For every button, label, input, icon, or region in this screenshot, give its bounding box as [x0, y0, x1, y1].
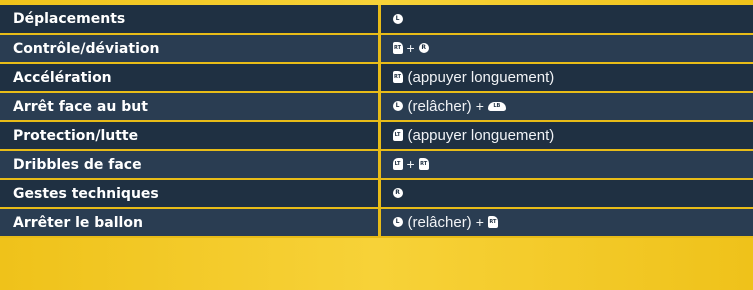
button-glyph: RT — [489, 219, 497, 226]
button-glyph: RT — [393, 74, 402, 81]
input-note: (appuyer longuement) — [407, 69, 555, 86]
button-glyph: LT — [394, 132, 401, 139]
control-row: Accélération RT (appuyer longuement) — [0, 63, 753, 93]
control-row: Déplacements L — [0, 5, 753, 35]
button-glyph: RT — [393, 45, 402, 52]
control-row: Protection/lutte LT (appuyer longuement) — [0, 121, 753, 151]
lb-bumper-icon: LB — [487, 101, 506, 111]
action-label: Contrôle/déviation — [0, 34, 379, 64]
lt-trigger-icon: LT — [392, 158, 403, 171]
input-combo: R — [377, 179, 753, 209]
rt-trigger-icon: RT — [392, 71, 403, 84]
action-label: Dribbles de face — [0, 150, 379, 180]
plus-separator: + — [406, 156, 415, 172]
controls-table: Déplacements L Contrôle/déviation RT + R Accél… — [0, 5, 753, 238]
input-combo: L — [377, 5, 753, 35]
action-label: Déplacements — [0, 5, 379, 35]
ls-stick-icon: L — [392, 217, 403, 228]
input-combo: LT (appuyer longuement) — [377, 121, 753, 151]
controls-table-body: Déplacements L Contrôle/déviation RT + R Accél… — [0, 5, 753, 238]
action-label: Gestes techniques — [0, 179, 379, 209]
input-note: (appuyer longuement) — [407, 127, 555, 144]
input-note: (relâcher) — [407, 98, 472, 115]
button-glyph: R — [395, 189, 400, 197]
input-combo: L (relâcher) + LB — [377, 92, 753, 122]
rt-trigger-icon: RT — [487, 216, 498, 229]
rs-stick-icon: R — [392, 188, 403, 199]
input-combo: LT + RT — [377, 150, 753, 180]
button-glyph: R — [421, 44, 426, 52]
button-glyph: L — [395, 102, 400, 110]
control-row: Arrêter le ballon L (relâcher) + RT — [0, 208, 753, 238]
input-combo: RT (appuyer longuement) — [377, 63, 753, 93]
button-glyph: LB — [493, 103, 501, 110]
plus-separator: + — [475, 98, 484, 114]
button-glyph: LT — [394, 161, 401, 168]
control-row: Contrôle/déviation RT + R — [0, 34, 753, 64]
button-glyph: L — [395, 14, 400, 22]
ls-stick-icon: L — [392, 13, 403, 24]
rt-trigger-icon: RT — [392, 42, 403, 55]
button-glyph: L — [395, 218, 400, 226]
input-combo: L (relâcher) + RT — [377, 208, 753, 238]
control-row: Arrêt face au but L (relâcher) + LB — [0, 92, 753, 122]
action-label: Arrêt face au but — [0, 92, 379, 122]
action-label: Accélération — [0, 63, 379, 93]
button-glyph: RT — [420, 161, 428, 168]
input-combo: RT + R — [377, 34, 753, 64]
rt-trigger-icon: RT — [418, 158, 429, 171]
lt-trigger-icon: LT — [392, 129, 403, 142]
rs-stick-icon: R — [418, 43, 429, 54]
action-label: Protection/lutte — [0, 121, 379, 151]
action-label: Arrêter le ballon — [0, 208, 379, 238]
plus-separator: + — [406, 40, 415, 56]
ls-stick-icon: L — [392, 101, 403, 112]
plus-separator: + — [475, 214, 484, 230]
control-row: Gestes techniques R — [0, 179, 753, 209]
control-row: Dribbles de face LT + RT — [0, 150, 753, 180]
input-note: (relâcher) — [407, 214, 472, 231]
